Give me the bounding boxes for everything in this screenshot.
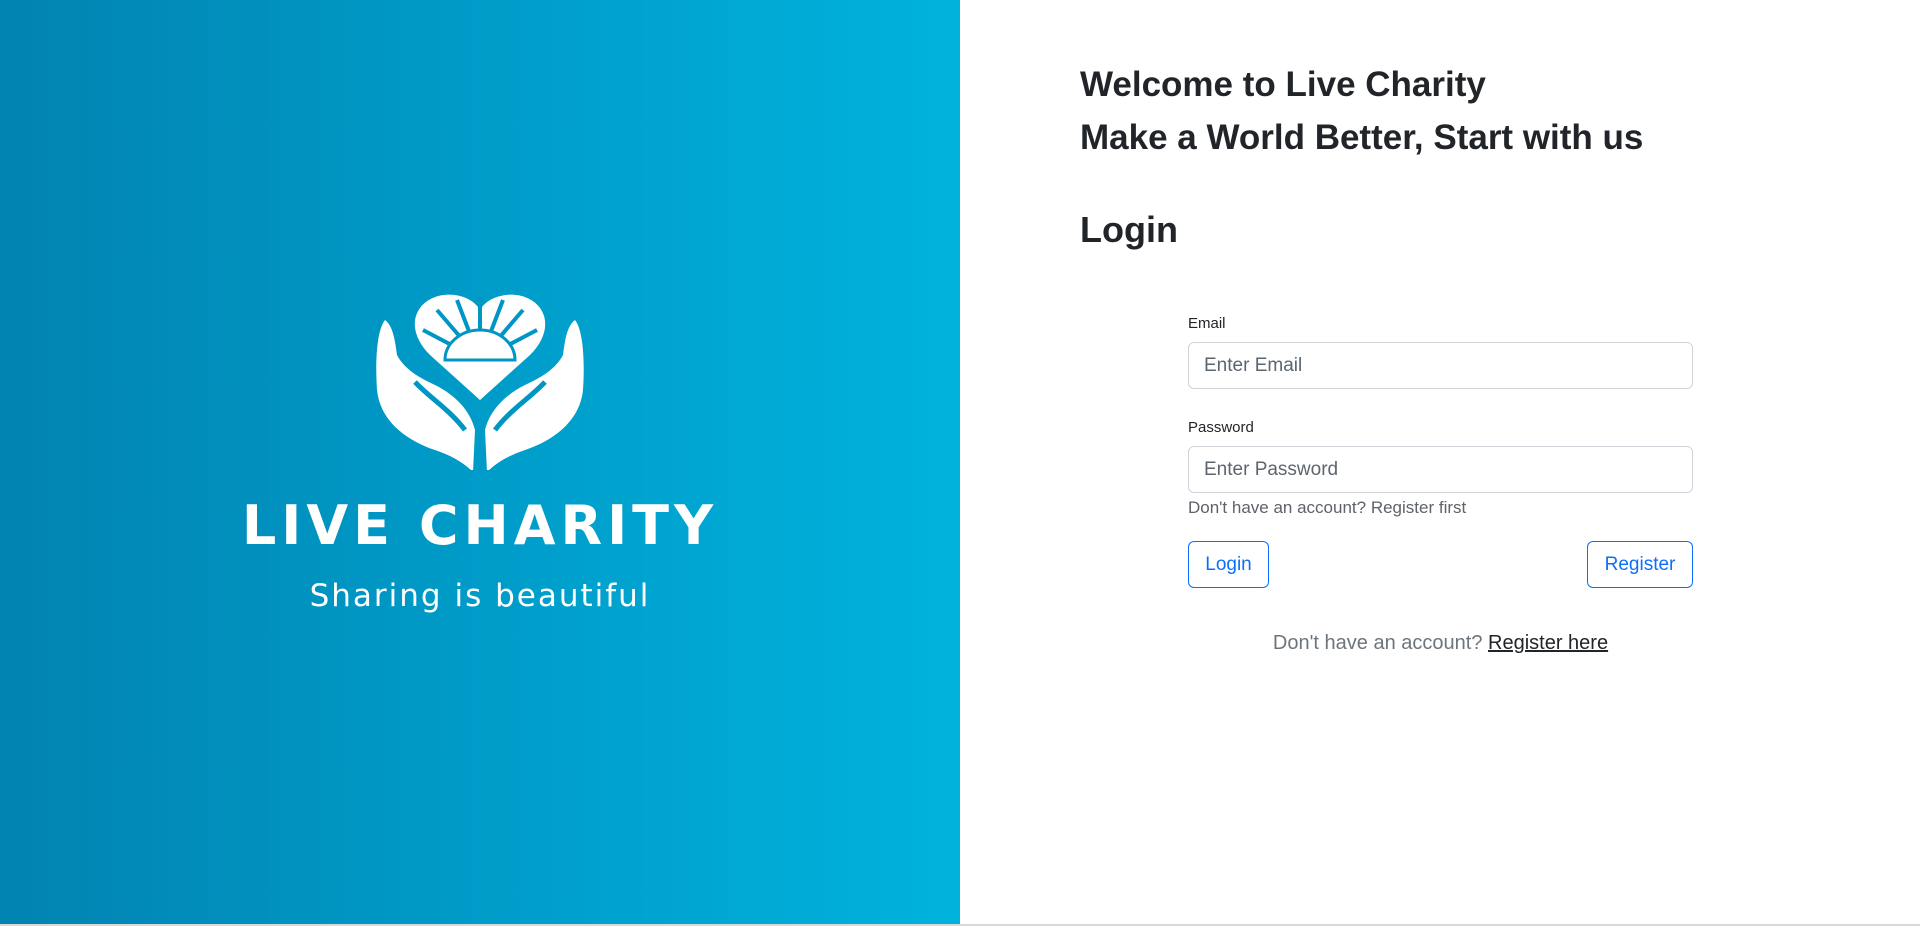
login-heading: Login — [1080, 209, 1178, 250]
password-label: Password — [1188, 419, 1254, 436]
register-here-link[interactable]: Register here — [1488, 632, 1608, 654]
login-page: LIVE CHARITY Sharing is beautiful Welcom… — [0, 0, 1920, 926]
register-prompt: Don't have an account? Register here — [1188, 630, 1693, 656]
register-prompt-text: Don't have an account? — [1272, 632, 1483, 654]
form-buttons: Login Register — [1188, 541, 1693, 588]
register-hint: Don't have an account? Register first — [1188, 498, 1467, 517]
brand-name: LIVE CHARITY — [241, 494, 719, 557]
login-form: Email Password Don't have an account? Re… — [1188, 312, 1693, 656]
login-panel: Welcome to Live Charity Make a World Bet… — [960, 0, 1920, 926]
email-label: Email — [1188, 315, 1226, 332]
welcome-line-1: Welcome to Live Charity — [1080, 65, 1486, 104]
password-group: Password — [1188, 416, 1693, 493]
welcome-heading: Welcome to Live Charity Make a World Bet… — [1080, 58, 1643, 164]
login-button[interactable]: Login — [1188, 541, 1269, 588]
password-input[interactable] — [1188, 446, 1693, 493]
brand-tagline: Sharing is beautiful — [309, 578, 651, 614]
brand-panel: LIVE CHARITY Sharing is beautiful — [0, 0, 960, 926]
email-group: Email — [1188, 312, 1693, 389]
welcome-line-2: Make a World Better, Start with us — [1080, 118, 1644, 157]
brand-block: LIVE CHARITY Sharing is beautiful — [0, 290, 960, 614]
register-button[interactable]: Register — [1587, 541, 1693, 588]
email-input[interactable] — [1188, 342, 1693, 389]
charity-hands-heart-icon — [376, 294, 584, 470]
